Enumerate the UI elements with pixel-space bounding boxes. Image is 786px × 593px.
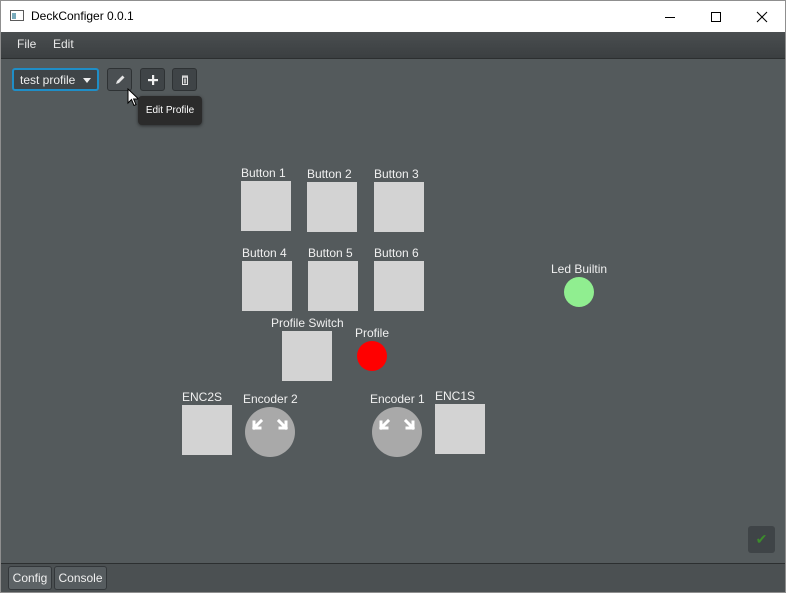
edit-profile-tooltip: Edit Profile <box>138 96 202 125</box>
add-profile-button[interactable] <box>140 68 165 91</box>
bottom-tab-bar: Config Console <box>1 563 785 592</box>
profile-led-label: Profile <box>355 326 390 340</box>
close-button[interactable] <box>739 1 785 32</box>
button-3-pad[interactable] <box>374 182 424 232</box>
app-window: DeckConfiger 0.0.1 File Edit test profil… <box>0 0 786 593</box>
maximize-icon <box>711 11 721 22</box>
button-4-label: Button 4 <box>242 246 287 260</box>
encoder-1-knob[interactable] <box>372 407 422 457</box>
delete-profile-button[interactable] <box>172 68 197 91</box>
led-builtin[interactable] <box>564 277 594 307</box>
enc1s-label: ENC1S <box>435 389 476 403</box>
profile-switch-pad[interactable] <box>282 331 332 381</box>
led-builtin-label: Led Builtin <box>551 262 608 276</box>
enc1s-pad[interactable] <box>435 404 485 454</box>
encoder-2-knob[interactable] <box>245 407 295 457</box>
rotate-arrows-icon <box>378 418 416 431</box>
tab-config[interactable]: Config <box>8 566 52 590</box>
menu-bar: File Edit <box>1 32 785 59</box>
checkmark-icon: ✔ <box>755 531 768 547</box>
encoder-2-label: Encoder 2 <box>243 392 298 406</box>
button-6-label: Button 6 <box>374 246 419 260</box>
button-4-pad[interactable] <box>242 261 292 311</box>
profile-select[interactable]: test profile <box>12 68 99 91</box>
config-canvas: test profile Edit Profile Button 1 Butto… <box>1 59 785 563</box>
plus-icon <box>147 74 158 85</box>
chevron-down-icon <box>83 78 91 83</box>
enc2s-label: ENC2S <box>182 390 223 404</box>
window-title: DeckConfiger 0.0.1 <box>31 9 134 23</box>
button-2-label: Button 2 <box>307 167 352 181</box>
profile-switch-label: Profile Switch <box>271 316 344 330</box>
button-5-label: Button 5 <box>308 246 353 260</box>
tab-console[interactable]: Console <box>54 566 107 590</box>
rotate-arrows-icon <box>251 418 289 431</box>
menu-file[interactable]: File <box>17 37 36 51</box>
button-5-pad[interactable] <box>308 261 358 311</box>
button-2-pad[interactable] <box>307 182 357 232</box>
menu-edit[interactable]: Edit <box>53 37 74 51</box>
button-3-label: Button 3 <box>374 167 419 181</box>
profile-led[interactable] <box>357 341 387 371</box>
profile-select-value: test profile <box>20 73 76 87</box>
title-bar: DeckConfiger 0.0.1 <box>1 1 785 32</box>
encoder-1-label: Encoder 1 <box>370 392 425 406</box>
pencil-icon <box>115 75 124 84</box>
app-icon <box>10 10 24 21</box>
button-1-label: Button 1 <box>241 166 286 180</box>
minimize-button[interactable] <box>647 1 693 32</box>
apply-button[interactable]: ✔ <box>748 526 775 553</box>
minimize-icon <box>665 16 675 18</box>
close-icon <box>756 11 768 22</box>
trash-icon <box>181 75 188 85</box>
enc2s-pad[interactable] <box>182 405 232 455</box>
button-6-pad[interactable] <box>374 261 424 311</box>
button-1-pad[interactable] <box>241 181 291 231</box>
maximize-button[interactable] <box>693 1 739 32</box>
